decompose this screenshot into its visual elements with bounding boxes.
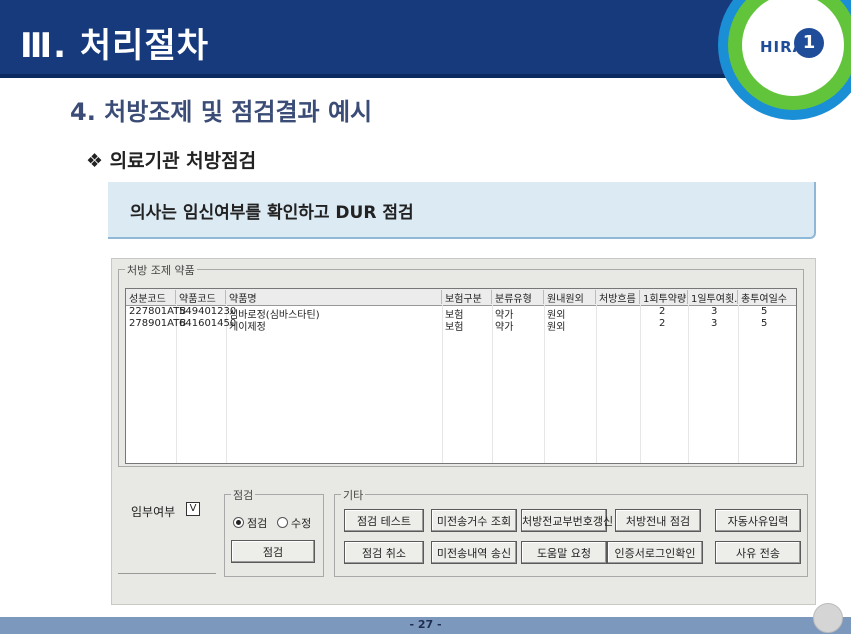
column-header[interactable]: 총투여일수	[738, 290, 796, 304]
table-header: 성분코드 약품코드 약품명 보험구분 분류유형 원내원외 처방흐름 1회투약량 …	[126, 289, 796, 306]
radio-modify-label: 수정	[291, 517, 312, 530]
hira-logo-mark: 1	[794, 28, 824, 58]
table-cell: 케이제정	[229, 322, 266, 333]
other-group-label: 기타	[341, 487, 366, 503]
check-cancel-button[interactable]: 점검 취소	[344, 541, 424, 564]
table-cell: 보험	[445, 322, 464, 333]
column-header[interactable]: 원내원외	[544, 290, 596, 304]
check-group-label: 점검	[231, 487, 256, 503]
column-header[interactable]: 약품코드	[176, 290, 226, 304]
table-cell: 2	[659, 306, 666, 317]
radio-check[interactable]: 점검	[233, 515, 267, 531]
table-cell: 3	[711, 318, 718, 329]
table-cell: 2	[659, 318, 666, 329]
help-request-button[interactable]: 도움말 요청	[521, 541, 607, 564]
radio-unselected-icon	[277, 517, 288, 528]
column-header[interactable]: 1회투약량	[640, 290, 688, 304]
prescription-table[interactable]: 성분코드 약품코드 약품명 보험구분 분류유형 원내원외 처방흐름 1회투약량 …	[125, 288, 797, 464]
radio-selected-icon	[233, 517, 244, 528]
table-row[interactable]: 227801ATB 549401230 심바로정(심바스타틴) 보험 약가 원외…	[126, 306, 796, 321]
table-cell: 원외	[547, 322, 566, 333]
banner-text: 의사는 임신여부를 확인하고 DUR 점검	[130, 203, 414, 223]
in-prescription-check-button[interactable]: 처방전내 점검	[615, 509, 701, 532]
column-header[interactable]: 보험구분	[442, 290, 492, 304]
radio-modify[interactable]: 수정	[277, 515, 311, 531]
auto-reason-input-button[interactable]: 자동사유입력	[715, 509, 801, 532]
certificate-login-check-button[interactable]: 인증서로그인확인	[607, 541, 703, 564]
radio-check-label: 점검	[247, 517, 268, 530]
section-subheading: 4. 처방조제 및 점검결과 예시	[70, 98, 373, 126]
table-cell: 227801ATB	[129, 306, 187, 317]
table-cell: 3	[711, 306, 718, 317]
prescription-group-label: 처방 조제 약품	[125, 262, 197, 278]
column-header[interactable]: 처방흐름	[596, 290, 640, 304]
table-cell: 5	[761, 306, 768, 317]
corner-circle-icon	[813, 603, 843, 633]
prescription-group: 처방 조제 약품 성분코드 약품코드 약품명 보험구분 분류유형 원내원외 처방…	[118, 262, 804, 467]
table-cell: 5	[761, 318, 768, 329]
table-row[interactable]: 278901ATB 641601450 케이제정 보험 약가 원외 2 3 5	[126, 318, 796, 333]
info-banner: 의사는 임신여부를 확인하고 DUR 점검	[108, 182, 816, 239]
dur-check-window: 처방 조제 약품 성분코드 약품코드 약품명 보험구분 분류유형 원내원외 처방…	[111, 258, 816, 605]
column-header[interactable]: 성분코드	[126, 290, 176, 304]
column-header[interactable]: 분류유형	[492, 290, 544, 304]
table-cell: 641601450	[179, 318, 237, 329]
bullet-heading: ❖ 의료기관 처방점검	[86, 150, 257, 172]
check-button[interactable]: 점검	[231, 540, 315, 563]
slide-title: Ⅲ. 처리절차	[20, 26, 210, 66]
prescription-number-update-button[interactable]: 처방전교부번호갱신	[521, 509, 613, 532]
table-cell: 278901ATB	[129, 318, 187, 329]
unsent-send-button[interactable]: 미전송내역 송신	[431, 541, 517, 564]
column-header[interactable]: 약품명	[226, 290, 442, 304]
reason-send-button[interactable]: 사유 전송	[715, 541, 801, 564]
check-group: 점검 점검 수정 점검	[224, 487, 324, 577]
table-cell: 약가	[495, 322, 514, 333]
other-group: 기타 점검 테스트 미전송거수 조회 처방전교부번호갱신 처방전내 점검 자동사…	[334, 487, 808, 577]
pregnancy-label: 임부여부	[131, 505, 176, 519]
check-test-button[interactable]: 점검 테스트	[344, 509, 424, 532]
unsent-count-button[interactable]: 미전송거수 조회	[431, 509, 517, 532]
pregnancy-checkbox[interactable]: V	[186, 502, 200, 516]
divider	[118, 573, 216, 574]
column-header[interactable]: 1일투여횟...	[688, 290, 738, 304]
page-number: - 27 -	[409, 618, 442, 631]
table-cell: 549401230	[179, 306, 237, 317]
